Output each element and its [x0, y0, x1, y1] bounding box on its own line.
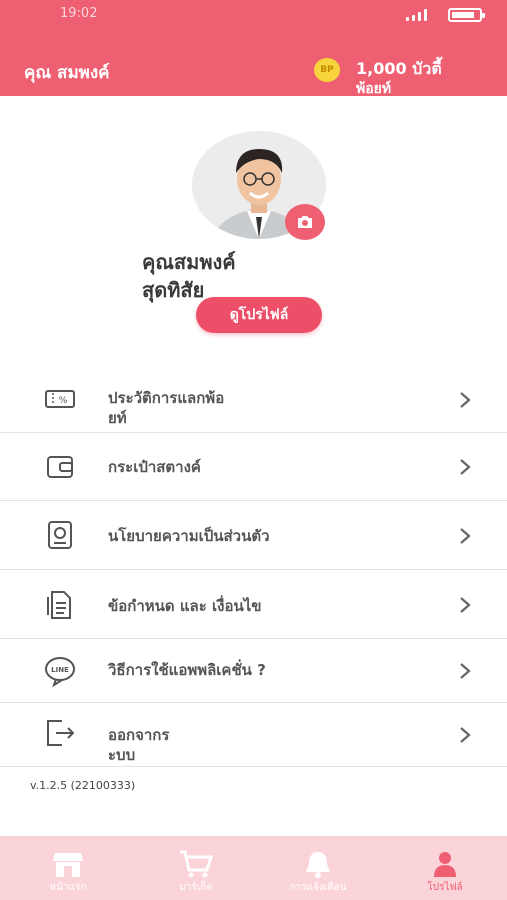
chevron-right-icon: [460, 528, 471, 544]
store-icon: [53, 853, 83, 877]
menu-label-logout-1: ออกจากร: [108, 726, 170, 744]
points-value: 1,000 บัวตี้: [356, 59, 442, 78]
nav-market-label: มาร์เก็ต: [179, 882, 213, 893]
camera-icon[interactable]: [285, 204, 325, 240]
nav-notifications[interactable]: การแจ้งเตือน: [268, 836, 368, 900]
menu-label-wallet: กระเป๋าสตางค์: [108, 458, 201, 476]
nav-profile[interactable]: โปรไฟล์: [395, 836, 495, 900]
profile-first-name: คุณสมพงค์: [142, 250, 236, 274]
menu-label-privacy: นโยบายความเป็นส่วนตัว: [108, 527, 270, 545]
menu-item-how-to-use[interactable]: LINE วิธีการใช้แอพพลิเคชั่น ?: [0, 639, 507, 703]
view-profile-button[interactable]: ดูโปรไฟล์: [196, 297, 322, 333]
battery-icon: [448, 8, 485, 22]
app-header: 19:02 คุณ สมพงค์ BP 1,000 บัวตี้ พ้อยท์: [0, 0, 507, 97]
line-icon: LINE: [45, 657, 75, 687]
profile-full-name: คุณสมพงค์ สุดทิสัย: [142, 248, 236, 304]
nav-home-label: หน้าแรก: [49, 882, 87, 893]
person-icon: [434, 852, 456, 877]
menu-label-point-history-2: ยท์: [108, 409, 127, 427]
app-version: v.1.2.5 (22100333): [30, 779, 136, 792]
svg-text:%: %: [59, 396, 68, 406]
menu-item-terms[interactable]: ข้อกำหนด และ เงื่อนไข: [0, 570, 507, 639]
menu-label-terms: ข้อกำหนด และ เงื่อนไข: [108, 597, 262, 615]
menu-label-point-history-1: ประวัติการแลกพ้อ: [108, 389, 225, 407]
wallet-icon: [47, 456, 73, 478]
menu-item-logout[interactable]: ออกจากร ะบบ: [0, 703, 507, 767]
menu-label-how-to-use: วิธีการใช้แอพพลิเคชั่น ?: [108, 661, 266, 679]
menu-item-privacy[interactable]: นโยบายความเป็นส่วนตัว: [0, 501, 507, 570]
logout-icon: [47, 720, 75, 746]
nav-notifications-label: การแจ้งเตือน: [289, 882, 347, 893]
chevron-right-icon: [460, 392, 471, 408]
chevron-right-icon: [460, 663, 471, 679]
document-icon: [47, 591, 71, 619]
nav-home[interactable]: หน้าแรก: [18, 836, 118, 900]
bottom-navigation: หน้าแรก มาร์เก็ต การแจ้งเตือน โปรไฟล์: [0, 836, 507, 900]
points-unit: พ้อยท์: [356, 81, 392, 97]
nav-profile-label: โปรไฟล์: [427, 882, 463, 893]
svg-text:LINE: LINE: [51, 666, 69, 674]
chevron-right-icon: [460, 459, 471, 475]
chevron-right-icon: [460, 727, 471, 743]
menu-item-point-history[interactable]: % ประวัติการแลกพ้อ ยท์: [0, 366, 507, 433]
menu-item-wallet[interactable]: กระเป๋าสตางค์: [0, 433, 507, 501]
bell-icon: [306, 852, 330, 878]
menu-label-logout-2: ะบบ: [108, 746, 136, 764]
points-coin-icon: BP: [314, 58, 340, 82]
privacy-icon: [48, 521, 72, 549]
cart-icon: [180, 850, 213, 878]
signal-icon: [406, 9, 427, 21]
status-time: 19:02: [60, 6, 98, 21]
nav-market[interactable]: มาร์เก็ต: [146, 836, 246, 900]
header-user-name: คุณ สมพงค์: [24, 63, 110, 83]
coupon-icon: %: [45, 390, 75, 408]
chevron-right-icon: [460, 597, 471, 613]
